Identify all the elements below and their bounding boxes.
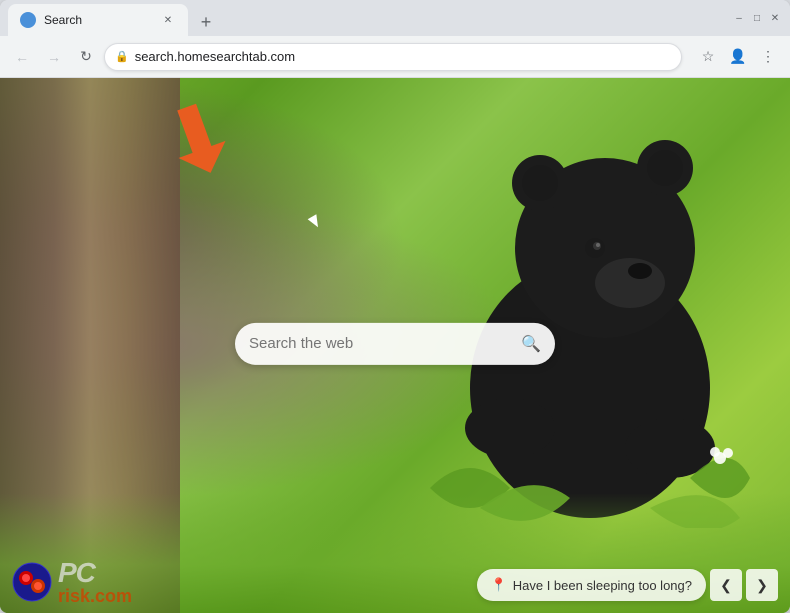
search-bar: 🔍	[235, 322, 555, 364]
forward-button[interactable]: →	[40, 43, 68, 71]
maximize-button[interactable]: □	[750, 11, 764, 25]
search-icon: 🔍	[521, 333, 541, 353]
bear-image	[430, 108, 750, 528]
tab-bar: Search ✕ +	[8, 0, 732, 36]
search-input[interactable]	[249, 335, 513, 352]
background-scene: 🔍 PC risk.com 📍	[0, 78, 790, 613]
back-button[interactable]: ←	[8, 43, 36, 71]
search-container: 🔍	[235, 322, 555, 364]
content-area: 🔍 PC risk.com 📍	[0, 78, 790, 613]
mouse-cursor	[308, 214, 323, 229]
active-tab[interactable]: Search ✕	[8, 4, 188, 36]
profile-button[interactable]: 👤	[724, 43, 752, 71]
refresh-button[interactable]: ↻	[72, 43, 100, 71]
url-text: search.homesearchtab.com	[135, 49, 671, 64]
bookmark-button[interactable]: ☆	[694, 43, 722, 71]
suggestion-next-button[interactable]: ❯	[746, 569, 778, 601]
tab-close-button[interactable]: ✕	[160, 12, 176, 28]
suggestion-bar: 📍 Have I been sleeping too long? ❮ ❯	[477, 569, 778, 601]
tab-favicon-icon	[20, 12, 36, 28]
browser-window: Search ✕ + – □ ✕ ← → ↻ 🔒 search.homesear…	[0, 0, 790, 613]
pcrisk-logo-icon	[12, 562, 52, 602]
title-bar: Search ✕ + – □ ✕	[0, 0, 790, 36]
toolbar-actions: ☆ 👤 ⋮	[694, 43, 782, 71]
suggestion-pill[interactable]: 📍 Have I been sleeping too long?	[477, 569, 706, 601]
pcrisk-domain-text: risk.com	[58, 587, 132, 605]
close-button[interactable]: ✕	[768, 11, 782, 25]
arrow-annotation	[165, 98, 245, 178]
location-icon: 📍	[491, 577, 507, 593]
suggestion-prev-button[interactable]: ❮	[710, 569, 742, 601]
window-controls: – □ ✕	[732, 11, 782, 25]
nav-bar: ← → ↻ 🔒 search.homesearchtab.com ☆ 👤 ⋮	[0, 36, 790, 78]
pcrisk-logo-text: PC	[58, 559, 132, 587]
tab-title: Search	[44, 13, 152, 27]
lock-icon: 🔒	[115, 50, 129, 63]
suggestion-text: Have I been sleeping too long?	[513, 578, 692, 593]
minimize-button[interactable]: –	[732, 11, 746, 25]
pcrisk-logo: PC risk.com	[12, 559, 132, 605]
menu-button[interactable]: ⋮	[754, 43, 782, 71]
address-bar[interactable]: 🔒 search.homesearchtab.com	[104, 43, 682, 71]
new-tab-button[interactable]: +	[192, 8, 220, 36]
